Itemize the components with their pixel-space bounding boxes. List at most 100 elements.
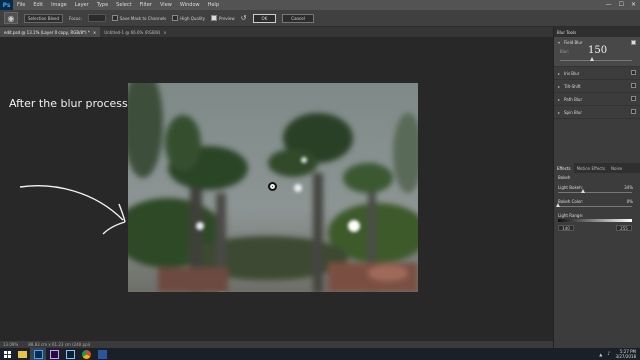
canvas-area[interactable]: After the blur process	[0, 37, 553, 341]
path-blur-checkbox[interactable]	[631, 96, 636, 101]
save-mask-label: Save Mask to Channels	[119, 15, 167, 21]
photoshop-icon[interactable]	[30, 348, 46, 360]
effects-tabs: Effects Motion Effects Noise	[554, 163, 640, 173]
blur-tools-icon[interactable]: ◉	[4, 12, 18, 24]
cancel-button[interactable]: Cancel	[282, 13, 314, 23]
spin-blur-section[interactable]: ▸ Spin Blur	[554, 106, 640, 119]
bokeh-header: Bokeh	[554, 173, 640, 183]
menu-file[interactable]: File	[13, 2, 29, 8]
tab-label: Untitled-1 @ 66.6% (RGB/8)	[104, 29, 161, 35]
light-bokeh-row: Light Bokeh: 34%	[554, 183, 640, 197]
chevron-right-icon[interactable]: ▸	[558, 84, 560, 89]
minimize-button[interactable]: —	[606, 1, 612, 9]
reset-icon[interactable]: ↺	[241, 14, 247, 22]
blur-slider[interactable]	[560, 57, 632, 61]
chrome-icon[interactable]	[78, 348, 94, 360]
tilt-shift-checkbox[interactable]	[631, 83, 636, 88]
bokeh-label: Bokeh	[558, 175, 571, 180]
path-blur-section[interactable]: ▸ Path Blur	[554, 93, 640, 106]
menu-bar: Ps File Edit Image Layer Type Select Fil…	[0, 0, 640, 10]
menu-image[interactable]: Image	[47, 2, 71, 8]
high-quality-check[interactable]	[172, 15, 179, 21]
high-quality-checkbox[interactable]: High Quality	[172, 15, 205, 21]
annotation-text: After the blur process	[9, 97, 128, 110]
effects-body: Bokeh Light Bokeh: 34% Bokeh Color: 0% L…	[554, 173, 640, 235]
ok-button[interactable]: OK	[252, 13, 277, 23]
maximize-button[interactable]: ☐	[619, 1, 624, 9]
menu-filter[interactable]: Filter	[136, 2, 156, 8]
menu-select[interactable]: Select	[112, 2, 135, 8]
lightroom-icon[interactable]	[62, 348, 78, 360]
menu-view[interactable]: View	[156, 2, 176, 8]
bokeh-color-knob[interactable]	[556, 203, 560, 207]
light-range-values: 140 255	[558, 225, 632, 231]
save-mask-checkbox[interactable]: Save Mask to Channels	[111, 15, 167, 21]
options-bar: ◉ Selection Bleed Focus: Save Mask to Ch…	[0, 10, 640, 27]
light-bokeh-label: Light Bokeh:	[558, 185, 583, 190]
spin-blur-checkbox[interactable]	[631, 109, 636, 114]
explorer-icon[interactable]	[14, 348, 30, 360]
photoshop-window: Ps File Edit Image Layer Type Select Fil…	[0, 0, 640, 360]
path-blur-label: Path Blur	[564, 96, 583, 102]
chevron-right-icon[interactable]: ▸	[558, 71, 560, 76]
premiere-icon[interactable]	[46, 348, 62, 360]
light-range-row: Light Range: 140 255	[554, 211, 640, 235]
tab-effects[interactable]: Effects	[554, 163, 574, 173]
spin-blur-label: Spin Blur	[564, 109, 583, 115]
blur-slider-knob[interactable]	[590, 57, 595, 61]
hand-drawn-arrow	[19, 185, 126, 235]
selection-bleed-select[interactable]: Selection Bleed	[24, 13, 64, 23]
high-quality-label: High Quality	[180, 15, 206, 21]
zoom-level[interactable]: 13.09%	[3, 342, 18, 347]
tab-untitled-1[interactable]: Untitled-1 @ 66.6% (RGB/8) ×	[100, 27, 170, 37]
save-mask-check[interactable]	[111, 15, 118, 21]
bokeh-color-slider[interactable]	[556, 203, 632, 207]
preview-label: Preview	[219, 15, 235, 21]
iris-blur-section[interactable]: ▸ Iris Blur	[554, 67, 640, 80]
tray-arrow-icon[interactable]: ▲	[599, 352, 602, 357]
focus-label: Focus:	[69, 15, 82, 21]
preview-check[interactable]	[211, 15, 218, 21]
bokeh-color-value: 0%	[626, 199, 633, 204]
bokeh-color-label: Bokeh Color:	[558, 199, 584, 204]
tab-edit-psd[interactable]: edit.psd @ 13.1% (Layer 0 copy, RGB/8*) …	[0, 27, 101, 37]
blur-pin-handle[interactable]	[268, 182, 277, 191]
field-blur-checkbox[interactable]	[631, 40, 636, 45]
photoshop-logo: Ps	[0, 0, 13, 10]
menu-type[interactable]: Type	[93, 2, 112, 8]
light-range-label: Light Range:	[558, 213, 584, 218]
menu-layer[interactable]: Layer	[71, 2, 93, 8]
tab-noise[interactable]: Noise	[608, 163, 625, 173]
chevron-right-icon[interactable]: ▸	[558, 97, 560, 102]
close-button[interactable]: ✕	[631, 1, 636, 9]
clock-date: 3/27/2018	[615, 354, 636, 359]
iris-blur-checkbox[interactable]	[631, 70, 636, 75]
focus-field[interactable]	[87, 14, 106, 22]
blur-amount-value: 150	[588, 45, 608, 56]
volume-icon[interactable]: ♪	[607, 351, 610, 357]
bokeh-color-row: Bokeh Color: 0%	[554, 197, 640, 211]
tab-close-icon[interactable]: ×	[163, 30, 166, 35]
preview-checkbox[interactable]: Preview	[211, 15, 235, 21]
light-range-high[interactable]: 255	[616, 225, 632, 231]
start-button[interactable]	[0, 348, 14, 360]
chevron-down-icon[interactable]: ▾	[558, 40, 560, 45]
chevron-right-icon[interactable]: ▸	[558, 110, 560, 115]
light-range-low[interactable]: 140	[558, 225, 574, 231]
field-blur-label: Field Blur	[564, 40, 583, 45]
tab-label: edit.psd @ 13.1% (Layer 0 copy, RGB/8*) …	[4, 29, 90, 35]
field-blur-section[interactable]: ▾ Field Blur Blur: 150	[554, 37, 640, 67]
tab-motion-effects[interactable]: Motion Effects	[574, 163, 608, 173]
status-bar: 13.09% 88.83 cm x 61.23 cm (240 ppi)	[0, 341, 553, 348]
light-range-slider[interactable]	[558, 219, 632, 222]
iris-blur-label: Iris Blur	[564, 70, 580, 76]
tilt-shift-section[interactable]: ▸ Tilt-Shift	[554, 80, 640, 93]
menu-window[interactable]: Window	[176, 2, 204, 8]
light-bokeh-slider[interactable]	[558, 189, 632, 193]
menu-edit[interactable]: Edit	[29, 2, 47, 8]
word-icon[interactable]	[94, 348, 110, 360]
light-bokeh-knob[interactable]	[581, 189, 586, 193]
taskbar-clock[interactable]: 5:27 PM 3/27/2018	[615, 349, 636, 359]
menu-help[interactable]: Help	[204, 2, 223, 8]
tab-close-icon[interactable]: ×	[93, 30, 96, 35]
